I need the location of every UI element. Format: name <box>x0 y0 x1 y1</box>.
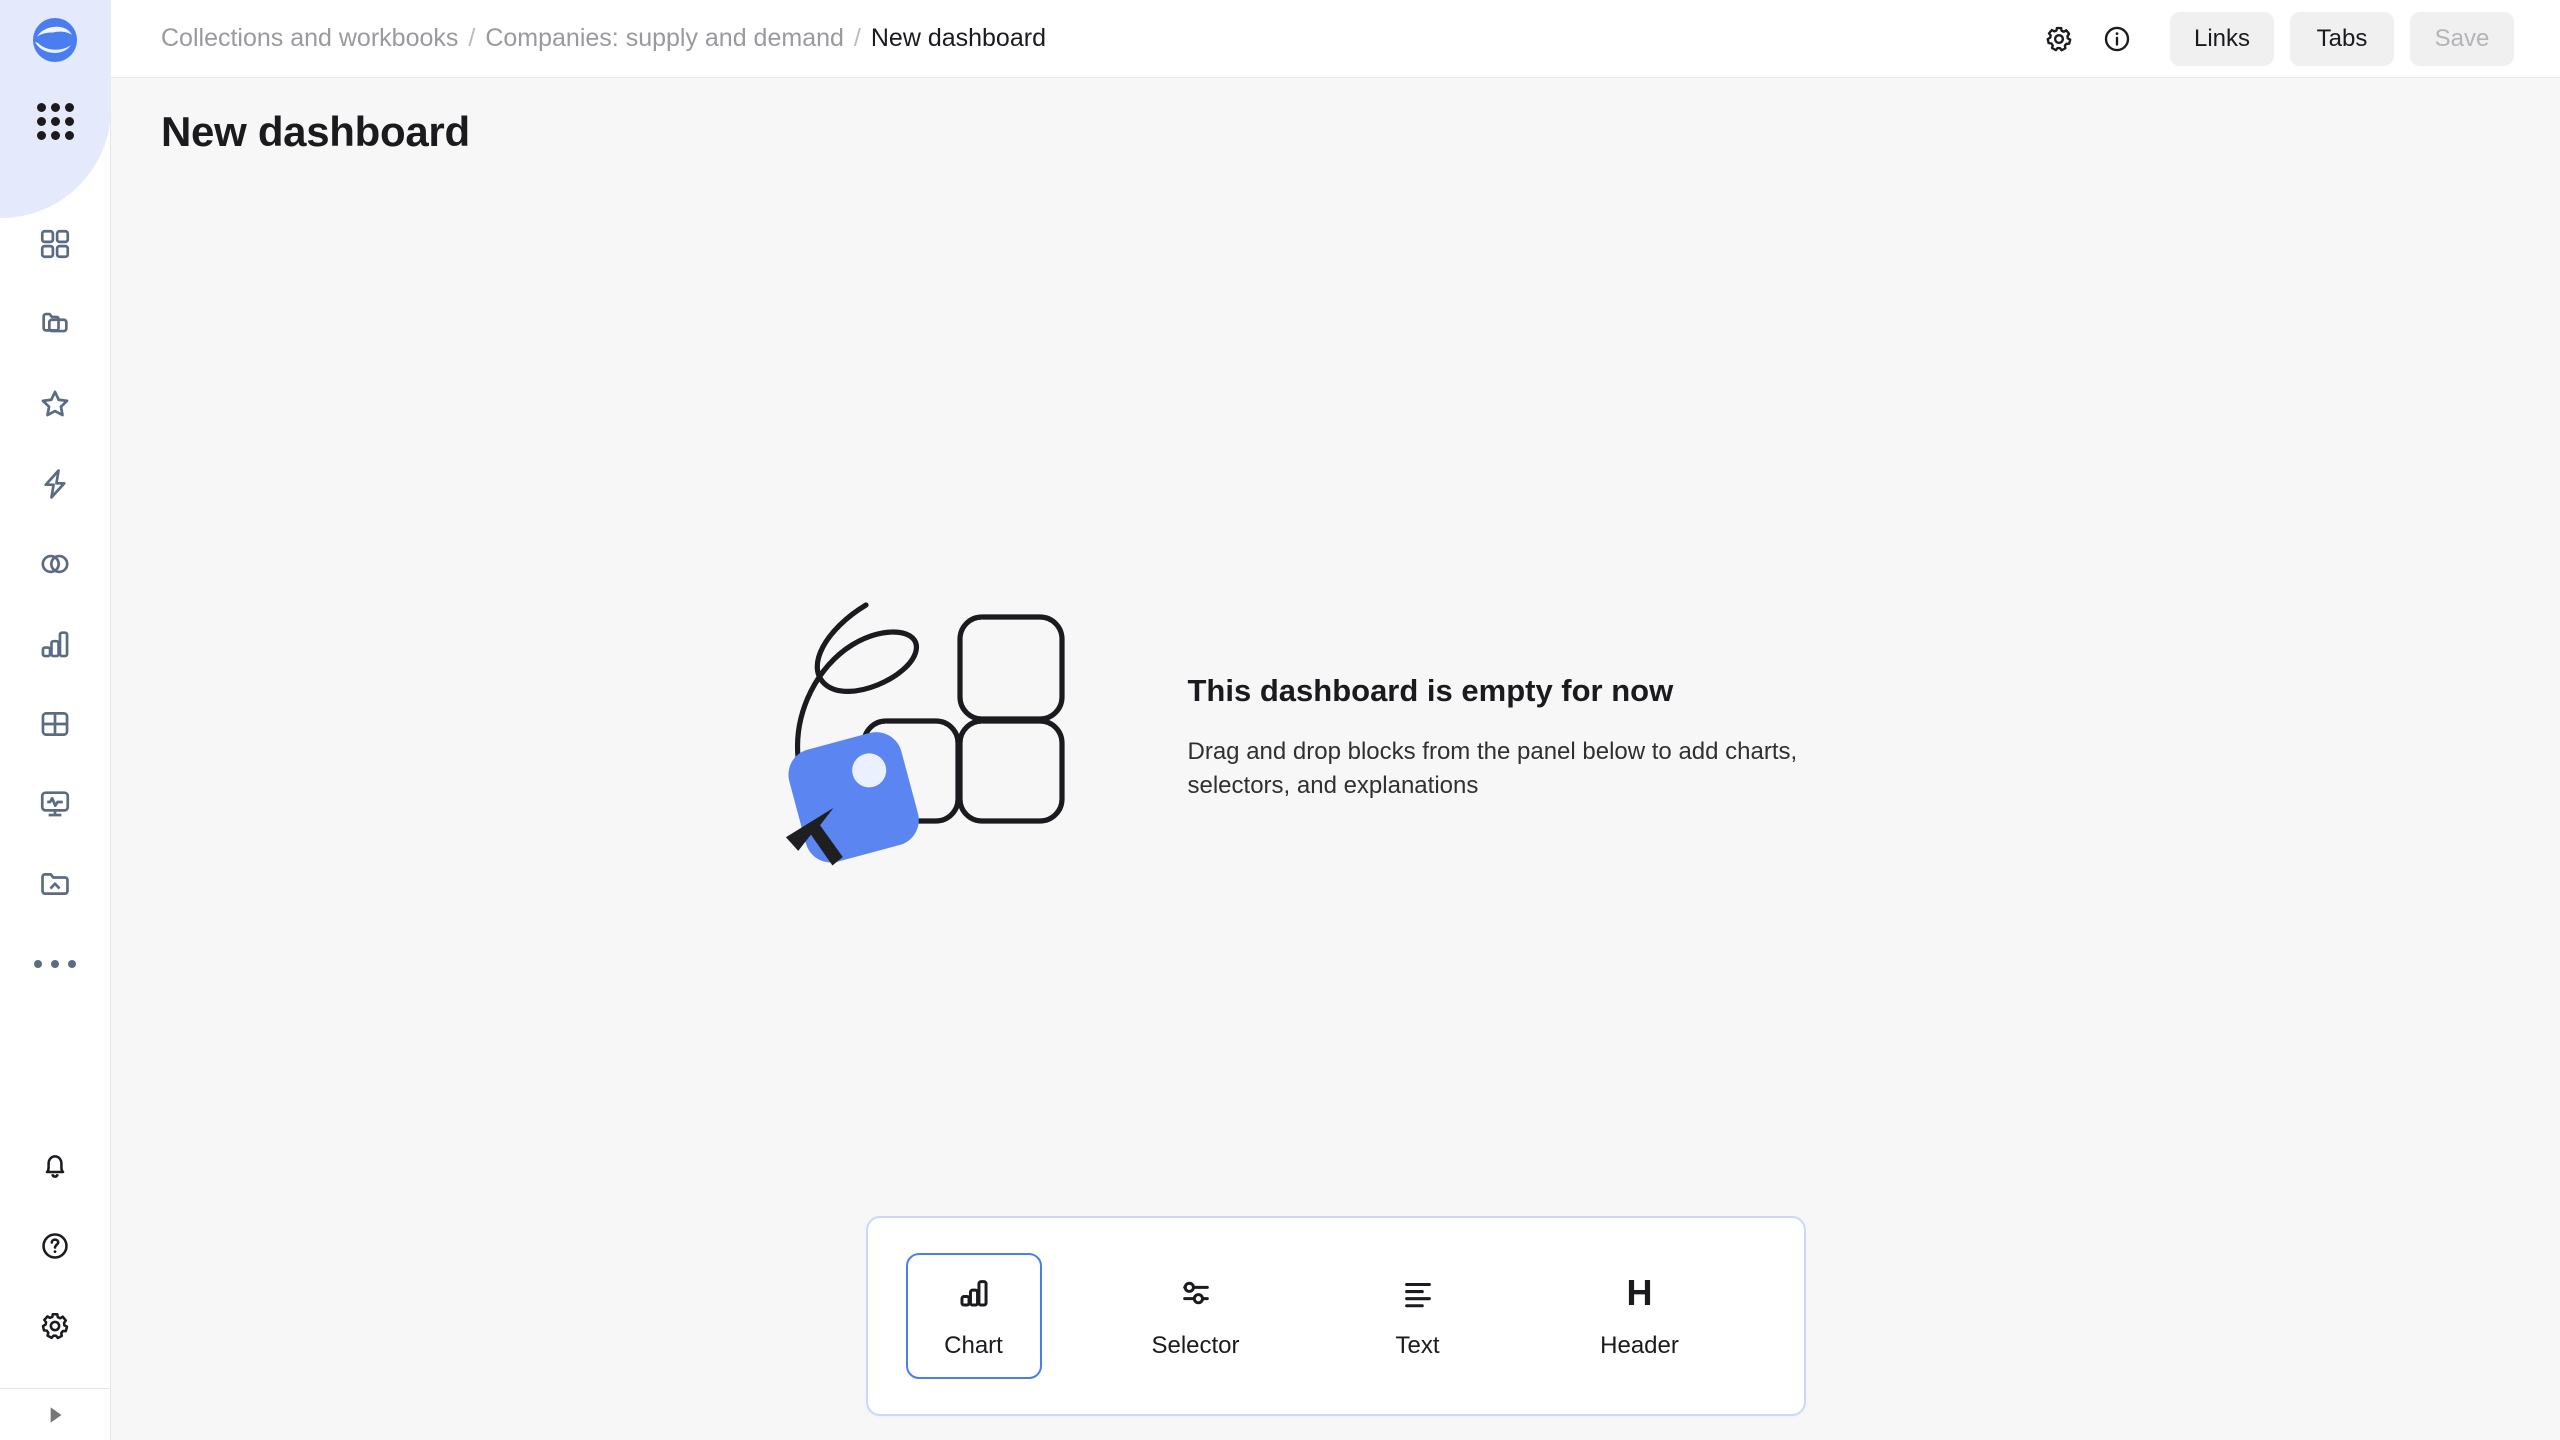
dashboard-squares-icon <box>40 229 70 259</box>
sidebar-item-quickstart[interactable] <box>0 444 111 524</box>
empty-state-subtitle: Drag and drop blocks from the panel belo… <box>1187 737 1798 799</box>
palette-item-label: Selector <box>1151 1332 1240 1359</box>
page-title-area: New dashboard <box>111 78 2560 156</box>
breadcrumb-separator: / <box>468 24 476 52</box>
header-h-glyph: H <box>1626 1272 1653 1313</box>
block-palette: Chart Selector Text H Header <box>865 1216 1806 1416</box>
sidebar-item-more[interactable] <box>0 924 111 1004</box>
gear-icon <box>2046 26 2072 51</box>
sidebar-item-charts[interactable] <box>0 604 111 684</box>
apps-grid-button[interactable] <box>0 80 111 162</box>
breadcrumb-separator: / <box>853 24 861 52</box>
palette-item-text[interactable]: Text <box>1350 1253 1486 1379</box>
folder-cloud-icon <box>41 873 69 895</box>
page-title: New dashboard <box>161 108 470 155</box>
dashboard-settings-button[interactable] <box>2034 14 2084 64</box>
drag-drop-blocks-illustration <box>785 601 1065 866</box>
sidebar-item-collections[interactable] <box>0 284 111 364</box>
left-sidebar <box>0 0 111 1440</box>
sidebar-item-datasets[interactable] <box>0 524 111 604</box>
table-grid-icon <box>41 712 69 736</box>
question-circle-icon <box>42 1233 68 1259</box>
palette-item-chart[interactable]: Chart <box>905 1253 1042 1379</box>
palette-item-selector[interactable]: Selector <box>1128 1253 1264 1379</box>
overlapping-circles-icon <box>41 554 69 574</box>
sidebar-item-tables[interactable] <box>0 684 111 764</box>
dashboard-editor-app: Collections and workbooks / Companies: s… <box>0 0 2560 1440</box>
sidebar-item-favorites[interactable] <box>0 364 111 444</box>
sidebar-item-help[interactable] <box>0 1206 111 1286</box>
sidebar-item-connections[interactable] <box>0 844 111 924</box>
top-header-actions: Links Tabs Save <box>2026 11 2514 66</box>
breadcrumb: Collections and workbooks / Companies: s… <box>161 24 1046 53</box>
empty-state: This dashboard is empty for now Drag and… <box>774 581 1868 896</box>
breadcrumb-item-workbook[interactable]: Companies: supply and demand <box>485 24 844 53</box>
lightning-icon <box>44 469 66 499</box>
sidebar-item-settings[interactable] <box>0 1286 111 1366</box>
main-pane: Collections and workbooks / Companies: s… <box>111 0 2560 1440</box>
bell-icon <box>45 1155 65 1178</box>
sliders-icon <box>1179 1272 1213 1314</box>
monitor-pulse-icon <box>40 791 70 817</box>
star-icon <box>41 390 69 417</box>
block-palette-container: Chart Selector Text H Header <box>111 1216 2560 1416</box>
bar-chart-icon <box>957 1272 991 1314</box>
empty-state-illustration <box>774 581 1104 896</box>
sidebar-bottom-nav <box>0 1126 111 1366</box>
top-header: Collections and workbooks / Companies: s… <box>111 0 2560 78</box>
sidebar-nav <box>0 204 111 1004</box>
sidebar-item-monitoring[interactable] <box>0 764 111 844</box>
palette-item-header[interactable]: H Header <box>1572 1253 1708 1379</box>
breadcrumb-item-current: New dashboard <box>870 24 1046 52</box>
dashboard-info-button[interactable] <box>2092 14 2142 64</box>
header-h-icon: H <box>1627 1272 1653 1314</box>
empty-state-text: This dashboard is empty for now Drag and… <box>1188 673 1868 803</box>
sidebar-item-notifications[interactable] <box>0 1126 111 1206</box>
breadcrumb-item-collections[interactable]: Collections and workbooks <box>161 24 458 53</box>
palette-item-label: Header <box>1600 1332 1679 1359</box>
links-button[interactable]: Links <box>2170 11 2274 66</box>
apps-grid-icon <box>36 102 74 140</box>
ellipsis-icon <box>34 960 76 968</box>
palette-item-label: Chart <box>944 1332 1003 1359</box>
datalens-logo-icon <box>33 18 77 62</box>
dashboard-canvas: This dashboard is empty for now Drag and… <box>111 156 2560 1440</box>
collapse-expand-arrow-icon <box>50 1406 62 1423</box>
save-button[interactable]: Save <box>2410 11 2514 66</box>
info-circle-icon <box>2104 26 2130 51</box>
tabs-button[interactable]: Tabs <box>2290 11 2394 66</box>
sidebar-item-dashboards[interactable] <box>0 204 111 284</box>
empty-state-title: This dashboard is empty for now <box>1187 672 1674 708</box>
bar-chart-icon <box>41 631 69 658</box>
palette-item-label: Text <box>1395 1332 1440 1359</box>
gear-icon <box>41 1313 69 1340</box>
text-lines-icon <box>1401 1272 1435 1314</box>
app-logo[interactable] <box>0 0 111 80</box>
sidebar-collapse-toggle[interactable] <box>0 1388 111 1440</box>
folders-icon <box>42 312 68 333</box>
